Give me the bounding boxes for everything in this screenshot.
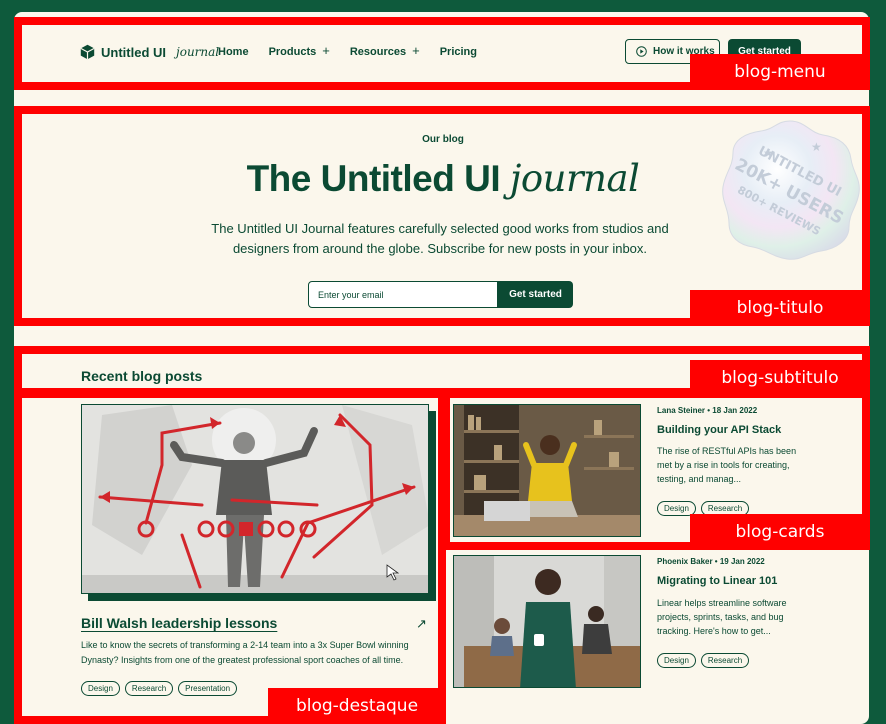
annotation-label-menu: blog-menu	[690, 54, 870, 90]
annotation-label-destaque: blog-destaque	[268, 688, 446, 724]
tag-research[interactable]: Research	[700, 653, 750, 668]
card-tags: Design Research	[657, 653, 750, 668]
annotation-box-destaque	[14, 390, 446, 724]
card-title[interactable]: Migrating to Linear 101	[657, 575, 777, 587]
annotation-label-cards: blog-cards	[690, 514, 870, 550]
card-description: Linear helps streamline software project…	[657, 598, 787, 636]
tag-design[interactable]: Design	[657, 653, 696, 668]
card-meta: Phoenix Baker • 19 Jan 2022	[657, 557, 765, 566]
card-image-linear[interactable]	[453, 555, 641, 688]
annotation-label-titulo: blog-titulo	[690, 290, 870, 326]
